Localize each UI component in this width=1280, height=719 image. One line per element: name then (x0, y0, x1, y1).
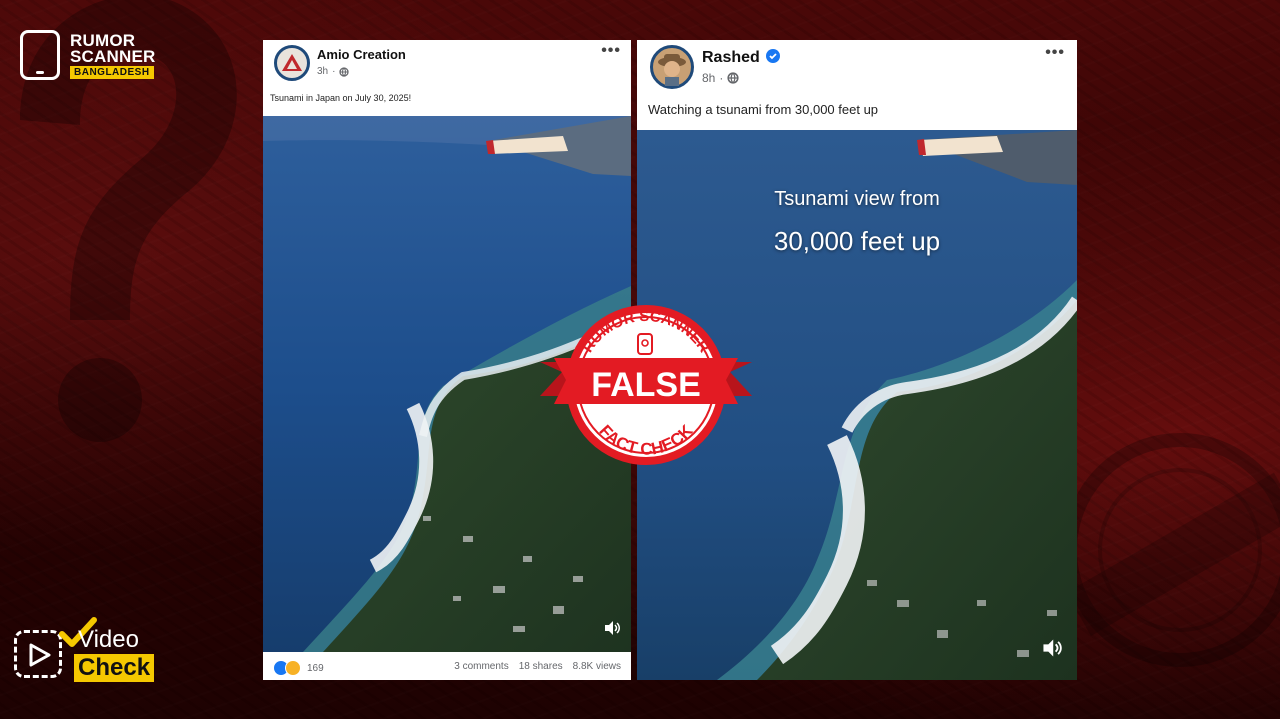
avatar[interactable] (274, 45, 310, 81)
rumor-scanner-logo: RUMOR SCANNER BANGLADESH (20, 28, 160, 84)
more-options-icon[interactable]: ••• (601, 42, 621, 60)
author-name[interactable]: Amio Creation (317, 47, 406, 62)
verified-badge-icon (766, 49, 781, 63)
video-check-badge: Video Check (14, 616, 164, 686)
reaction-count: 169 (307, 662, 324, 674)
globe-icon (339, 66, 350, 77)
video-check-label-video: Video (78, 626, 139, 653)
phone-scan-icon (20, 30, 60, 80)
post-meta: 3h · (317, 66, 350, 77)
post-caption: Watching a tsunami from 30,000 feet up (648, 102, 879, 117)
stamp-verdict: FALSE (591, 366, 701, 404)
shares-count[interactable]: 18 shares (519, 661, 563, 672)
play-icon (14, 630, 62, 678)
logo-text-country: BANGLADESH (70, 66, 154, 79)
fact-check-stamp-watermark (1063, 433, 1280, 667)
false-fact-check-stamp: RUMOR SCANNER FALSE FACT CHECK (540, 305, 752, 465)
sad-reaction-icon (285, 660, 301, 676)
video-overlay-line1: Tsunami view from (774, 188, 940, 210)
post-meta: 8h · (702, 71, 739, 85)
post-caption: Tsunami in Japan on July 30, 2025! (270, 93, 412, 103)
logo-text-scanner: SCANNER (70, 47, 156, 66)
views-count: 8.8K views (572, 661, 621, 672)
video-overlay-line2: 30,000 feet up (773, 226, 941, 256)
volume-icon[interactable] (1041, 638, 1063, 658)
video-check-label-check: Check (74, 654, 155, 682)
volume-icon[interactable] (603, 620, 621, 636)
post-stats: 3 comments 18 shares 8.8K views (454, 661, 621, 672)
post-time[interactable]: 3h (317, 66, 328, 77)
globe-icon (727, 72, 739, 84)
avatar[interactable] (650, 45, 694, 89)
author-name[interactable]: Rashed (702, 49, 781, 67)
reactions[interactable]: 169 (273, 660, 324, 676)
comments-count[interactable]: 3 comments (454, 661, 508, 672)
more-options-icon[interactable]: ••• (1045, 44, 1065, 62)
post-time[interactable]: 8h (702, 71, 715, 85)
post-footer: 169 3 comments 18 shares 8.8K views (263, 652, 631, 680)
